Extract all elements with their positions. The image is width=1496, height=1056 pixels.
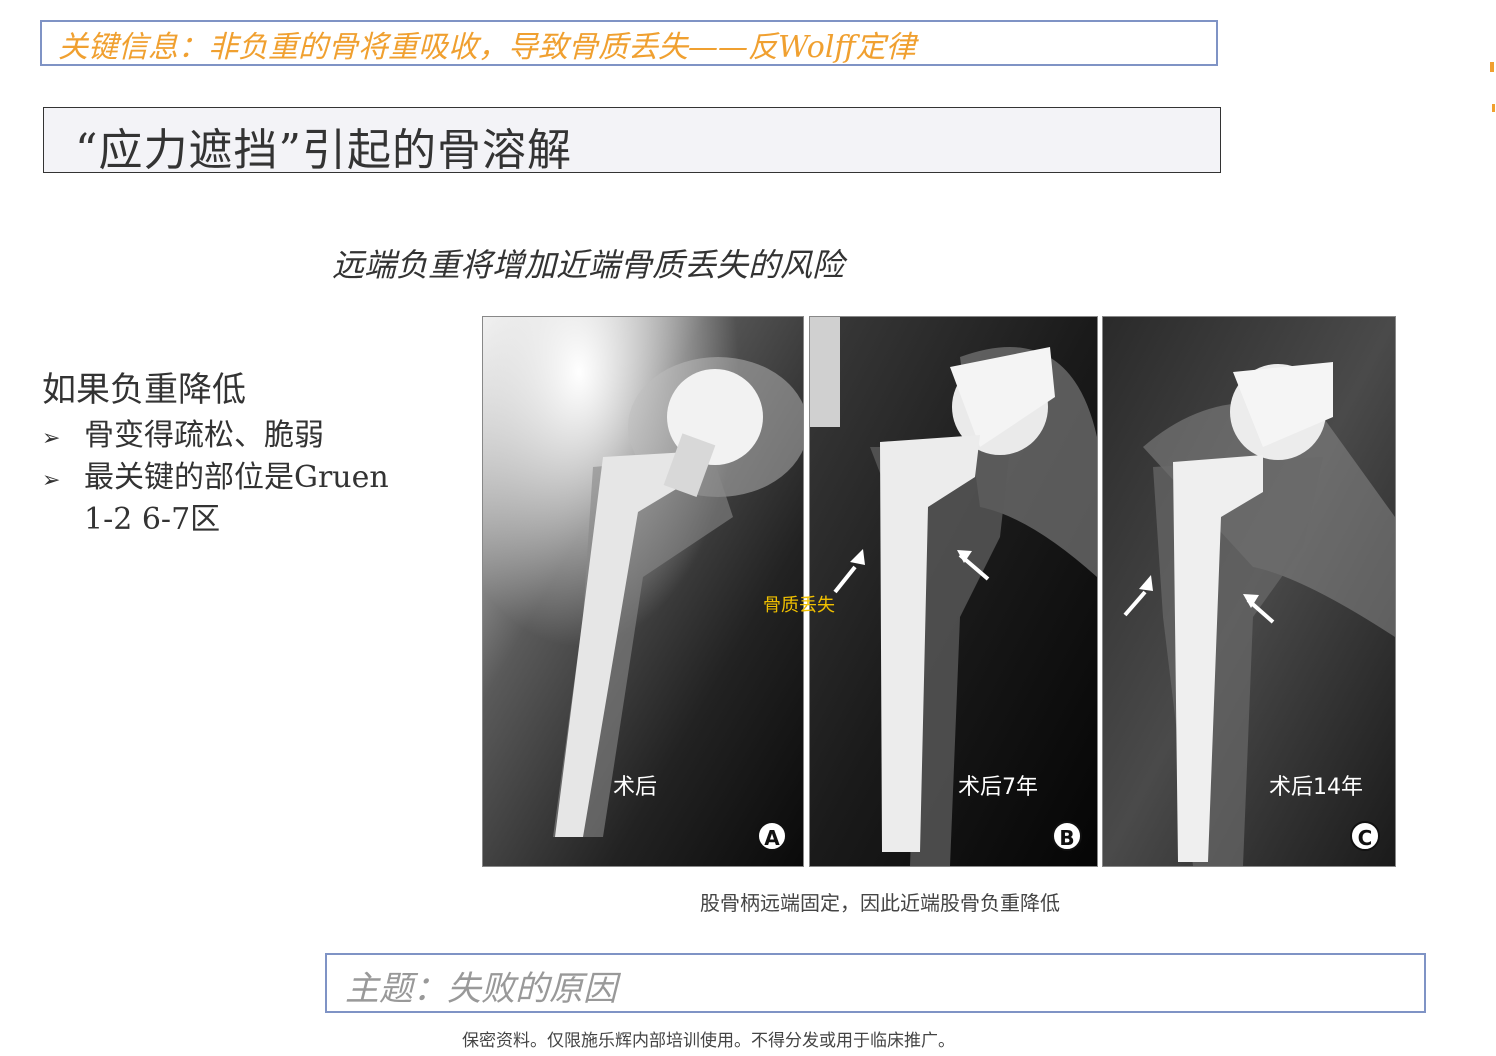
panel-caption: 术后14年 — [1269, 775, 1363, 800]
bullet-item: ➢ 骨变得疏松、脆弱 — [42, 410, 324, 454]
xray-panel-b: 术后7年 B — [809, 316, 1098, 867]
xray-panel-a: 术后 A — [482, 316, 804, 867]
theme-text: 主题：失败的原因 — [345, 969, 617, 1009]
panel-badge: B — [1052, 821, 1082, 851]
figure-caption: 股骨柄远端固定，因此近端股骨负重降低 — [700, 891, 1060, 915]
key-info-text: 关键信息：非负重的骨将重吸收，导致骨质丢失——反Wolff定律 — [58, 30, 916, 65]
left-heading: 如果负重降低 — [42, 370, 246, 410]
panel-caption: 术后 — [613, 775, 658, 800]
edge-decoration — [1490, 62, 1494, 72]
page-title: “应力遮挡”引起的骨溶解 — [75, 125, 572, 176]
footer-disclaimer: 保密资料。仅限施乐辉内部培训使用。不得分发或用于临床推广。 — [462, 1031, 955, 1051]
arrow-bullet-icon: ➢ — [42, 468, 61, 493]
subtitle: 远端负重将增加近端骨质丢失的风险 — [332, 246, 845, 284]
bone-loss-annotation: 骨质丢失 — [763, 595, 835, 616]
xray-image-b — [810, 317, 1097, 866]
panel-badge: A — [757, 821, 787, 851]
edge-decoration — [1492, 104, 1495, 112]
bullet-item: ➢ 最关键的部位是Gruen — [42, 452, 389, 496]
arrow-bullet-icon: ➢ — [42, 426, 61, 451]
bullet-continuation: 1-2 6-7区 — [84, 502, 221, 537]
bullet-text: 最关键的部位是Gruen — [84, 460, 389, 495]
bullet-text: 骨变得疏松、脆弱 — [84, 418, 324, 453]
xray-panel-c: 术后14年 C — [1102, 316, 1396, 867]
panel-caption: 术后7年 — [958, 775, 1038, 800]
panel-badge: C — [1350, 821, 1380, 851]
